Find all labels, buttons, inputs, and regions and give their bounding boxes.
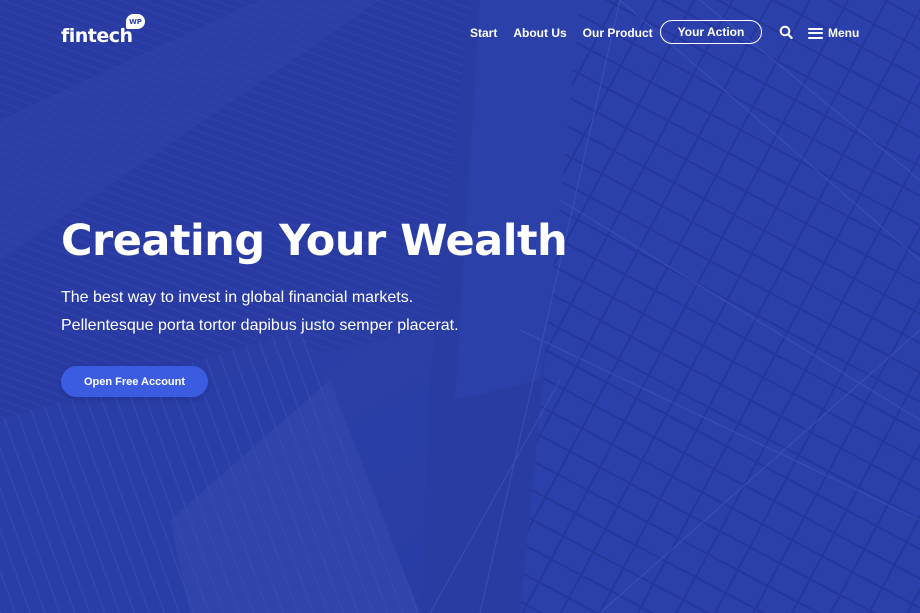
menu-button[interactable]: Menu [808, 24, 859, 42]
nav-link-about-us[interactable]: About Us [513, 26, 566, 40]
site-header: fintech WP Start About Us Our Product Yo… [0, 0, 920, 66]
hamburger-icon [808, 27, 823, 39]
landing-page: fintech WP Start About Us Our Product Yo… [0, 0, 920, 613]
hero-title: Creating Your Wealth [61, 216, 568, 266]
logo-text: fintech [61, 25, 133, 47]
nav-link-our-product[interactable]: Our Product [583, 26, 653, 40]
hero-subtitle-line-2: Pellentesque porta tortor dapibus justo … [61, 317, 459, 334]
brand-logo[interactable]: fintech WP [61, 14, 145, 47]
your-action-button[interactable]: Your Action [660, 20, 762, 44]
menu-label: Menu [828, 26, 860, 40]
open-free-account-button[interactable]: Open Free Account [61, 366, 208, 397]
search-icon [779, 25, 793, 40]
hero-subtitle-line-1: The best way to invest in global financi… [61, 289, 414, 306]
logo-badge: WP [126, 14, 145, 29]
search-button[interactable] [779, 25, 793, 41]
nav-link-start[interactable]: Start [470, 26, 497, 40]
main-nav: Start About Us Our Product [470, 20, 669, 46]
